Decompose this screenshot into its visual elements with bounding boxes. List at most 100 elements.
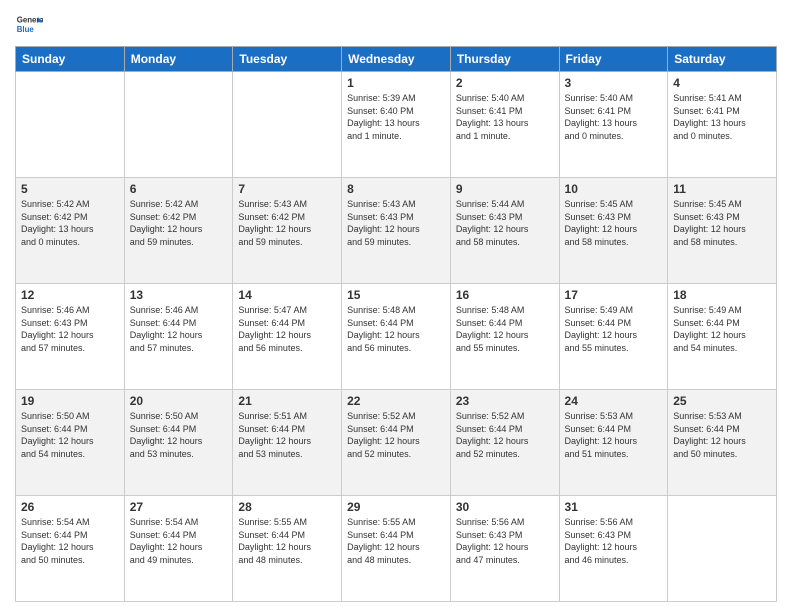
calendar-cell: 18 Sunrise: 5:49 AM Sunset: 6:44 PM Dayli…: [668, 284, 777, 390]
day-number: 13: [130, 288, 228, 302]
calendar-cell: 29 Sunrise: 5:55 AM Sunset: 6:44 PM Dayli…: [342, 496, 451, 602]
day-info: Sunrise: 5:52 AM Sunset: 6:44 PM Dayligh…: [456, 410, 554, 460]
calendar-header-thursday: Thursday: [450, 47, 559, 72]
calendar-cell: 14 Sunrise: 5:47 AM Sunset: 6:44 PM Dayli…: [233, 284, 342, 390]
day-number: 15: [347, 288, 445, 302]
calendar-cell: 11 Sunrise: 5:45 AM Sunset: 6:43 PM Dayli…: [668, 178, 777, 284]
day-info: Sunrise: 5:56 AM Sunset: 6:43 PM Dayligh…: [565, 516, 663, 566]
calendar-cell: 17 Sunrise: 5:49 AM Sunset: 6:44 PM Dayli…: [559, 284, 668, 390]
day-info: Sunrise: 5:54 AM Sunset: 6:44 PM Dayligh…: [130, 516, 228, 566]
day-number: 23: [456, 394, 554, 408]
day-number: 22: [347, 394, 445, 408]
calendar-week-row: 1 Sunrise: 5:39 AM Sunset: 6:40 PM Daylig…: [16, 72, 777, 178]
day-info: Sunrise: 5:48 AM Sunset: 6:44 PM Dayligh…: [347, 304, 445, 354]
day-number: 6: [130, 182, 228, 196]
calendar-cell: 31 Sunrise: 5:56 AM Sunset: 6:43 PM Dayli…: [559, 496, 668, 602]
calendar-table: SundayMondayTuesdayWednesdayThursdayFrid…: [15, 46, 777, 602]
day-info: Sunrise: 5:49 AM Sunset: 6:44 PM Dayligh…: [673, 304, 771, 354]
day-number: 10: [565, 182, 663, 196]
day-number: 31: [565, 500, 663, 514]
calendar-week-row: 5 Sunrise: 5:42 AM Sunset: 6:42 PM Daylig…: [16, 178, 777, 284]
calendar-cell: 25Sunrise: 5:53 AM Sunset: 6:44 PM Dayli…: [668, 390, 777, 496]
day-info: Sunrise: 5:40 AM Sunset: 6:41 PM Dayligh…: [565, 92, 663, 142]
calendar-week-row: 12 Sunrise: 5:46 AM Sunset: 6:43 PM Dayli…: [16, 284, 777, 390]
day-info: Sunrise: 5:42 AM Sunset: 6:42 PM Dayligh…: [130, 198, 228, 248]
day-info: Sunrise: 5:55 AM Sunset: 6:44 PM Dayligh…: [347, 516, 445, 566]
day-number: 17: [565, 288, 663, 302]
calendar-header-tuesday: Tuesday: [233, 47, 342, 72]
day-info: Sunrise: 5:44 AM Sunset: 6:43 PM Dayligh…: [456, 198, 554, 248]
day-number: 9: [456, 182, 554, 196]
calendar-cell: [16, 72, 125, 178]
day-number: 19: [21, 394, 119, 408]
day-info: Sunrise: 5:46 AM Sunset: 6:44 PM Dayligh…: [130, 304, 228, 354]
calendar-week-row: 19 Sunrise: 5:50 AM Sunset: 6:44 PM Dayli…: [16, 390, 777, 496]
day-info: Sunrise: 5:49 AM Sunset: 6:44 PM Dayligh…: [565, 304, 663, 354]
calendar-header-monday: Monday: [124, 47, 233, 72]
day-number: 18: [673, 288, 771, 302]
day-number: 2: [456, 76, 554, 90]
calendar-cell: 21Sunrise: 5:51 AM Sunset: 6:44 PM Dayli…: [233, 390, 342, 496]
day-number: 3: [565, 76, 663, 90]
day-number: 28: [238, 500, 336, 514]
day-info: Sunrise: 5:46 AM Sunset: 6:43 PM Dayligh…: [21, 304, 119, 354]
day-number: 30: [456, 500, 554, 514]
calendar-header-wednesday: Wednesday: [342, 47, 451, 72]
day-info: Sunrise: 5:48 AM Sunset: 6:44 PM Dayligh…: [456, 304, 554, 354]
day-number: 7: [238, 182, 336, 196]
day-info: Sunrise: 5:45 AM Sunset: 6:43 PM Dayligh…: [673, 198, 771, 248]
day-number: 12: [21, 288, 119, 302]
calendar-cell: 2 Sunrise: 5:40 AM Sunset: 6:41 PM Daylig…: [450, 72, 559, 178]
calendar-cell: 7 Sunrise: 5:43 AM Sunset: 6:42 PM Daylig…: [233, 178, 342, 284]
calendar-header-friday: Friday: [559, 47, 668, 72]
calendar-cell: 10 Sunrise: 5:45 AM Sunset: 6:43 PM Dayli…: [559, 178, 668, 284]
day-number: 14: [238, 288, 336, 302]
day-number: 25: [673, 394, 771, 408]
day-number: 27: [130, 500, 228, 514]
calendar-cell: 30 Sunrise: 5:56 AM Sunset: 6:43 PM Dayli…: [450, 496, 559, 602]
logo-icon: General Blue: [15, 10, 43, 38]
day-number: 21: [238, 394, 336, 408]
calendar-cell: 9 Sunrise: 5:44 AM Sunset: 6:43 PM Daylig…: [450, 178, 559, 284]
day-number: 1: [347, 76, 445, 90]
calendar-cell: 20 Sunrise: 5:50 AM Sunset: 6:44 PM Dayli…: [124, 390, 233, 496]
calendar-cell: 28 Sunrise: 5:55 AM Sunset: 6:44 PM Dayli…: [233, 496, 342, 602]
calendar-week-row: 26 Sunrise: 5:54 AM Sunset: 6:44 PM Dayli…: [16, 496, 777, 602]
calendar-cell: 27 Sunrise: 5:54 AM Sunset: 6:44 PM Dayli…: [124, 496, 233, 602]
header: General Blue: [15, 10, 777, 38]
calendar-cell: 5Sunrise: 5:42 AM Sunset: 6:42 PM Daylig…: [16, 178, 125, 284]
day-info: Sunrise: 5:50 AM Sunset: 6:44 PM Dayligh…: [21, 410, 119, 460]
day-info: Sunrise: 5:55 AM Sunset: 6:44 PM Dayligh…: [238, 516, 336, 566]
day-info: Sunrise: 5:40 AM Sunset: 6:41 PM Dayligh…: [456, 92, 554, 142]
calendar-cell: 24Sunrise: 5:53 AM Sunset: 6:44 PM Dayli…: [559, 390, 668, 496]
svg-text:Blue: Blue: [17, 25, 35, 34]
calendar-cell: [124, 72, 233, 178]
day-info: Sunrise: 5:54 AM Sunset: 6:44 PM Dayligh…: [21, 516, 119, 566]
day-info: Sunrise: 5:43 AM Sunset: 6:43 PM Dayligh…: [347, 198, 445, 248]
day-info: Sunrise: 5:56 AM Sunset: 6:43 PM Dayligh…: [456, 516, 554, 566]
calendar-cell: 22Sunrise: 5:52 AM Sunset: 6:44 PM Dayli…: [342, 390, 451, 496]
day-info: Sunrise: 5:39 AM Sunset: 6:40 PM Dayligh…: [347, 92, 445, 142]
calendar-cell: [233, 72, 342, 178]
calendar-cell: 23 Sunrise: 5:52 AM Sunset: 6:44 PM Dayli…: [450, 390, 559, 496]
day-number: 11: [673, 182, 771, 196]
calendar-cell: 6 Sunrise: 5:42 AM Sunset: 6:42 PM Daylig…: [124, 178, 233, 284]
calendar-cell: 12 Sunrise: 5:46 AM Sunset: 6:43 PM Dayli…: [16, 284, 125, 390]
calendar-cell: 8 Sunrise: 5:43 AM Sunset: 6:43 PM Daylig…: [342, 178, 451, 284]
day-info: Sunrise: 5:47 AM Sunset: 6:44 PM Dayligh…: [238, 304, 336, 354]
day-number: 5: [21, 182, 119, 196]
day-number: 16: [456, 288, 554, 302]
day-info: Sunrise: 5:43 AM Sunset: 6:42 PM Dayligh…: [238, 198, 336, 248]
logo: General Blue: [15, 10, 47, 38]
day-info: Sunrise: 5:53 AM Sunset: 6:44 PM Dayligh…: [565, 410, 663, 460]
day-info: Sunrise: 5:50 AM Sunset: 6:44 PM Dayligh…: [130, 410, 228, 460]
calendar-header-sunday: Sunday: [16, 47, 125, 72]
day-info: Sunrise: 5:45 AM Sunset: 6:43 PM Dayligh…: [565, 198, 663, 248]
day-number: 29: [347, 500, 445, 514]
calendar-header-saturday: Saturday: [668, 47, 777, 72]
day-number: 20: [130, 394, 228, 408]
day-number: 26: [21, 500, 119, 514]
calendar-cell: [668, 496, 777, 602]
calendar-cell: 19 Sunrise: 5:50 AM Sunset: 6:44 PM Dayli…: [16, 390, 125, 496]
day-number: 8: [347, 182, 445, 196]
